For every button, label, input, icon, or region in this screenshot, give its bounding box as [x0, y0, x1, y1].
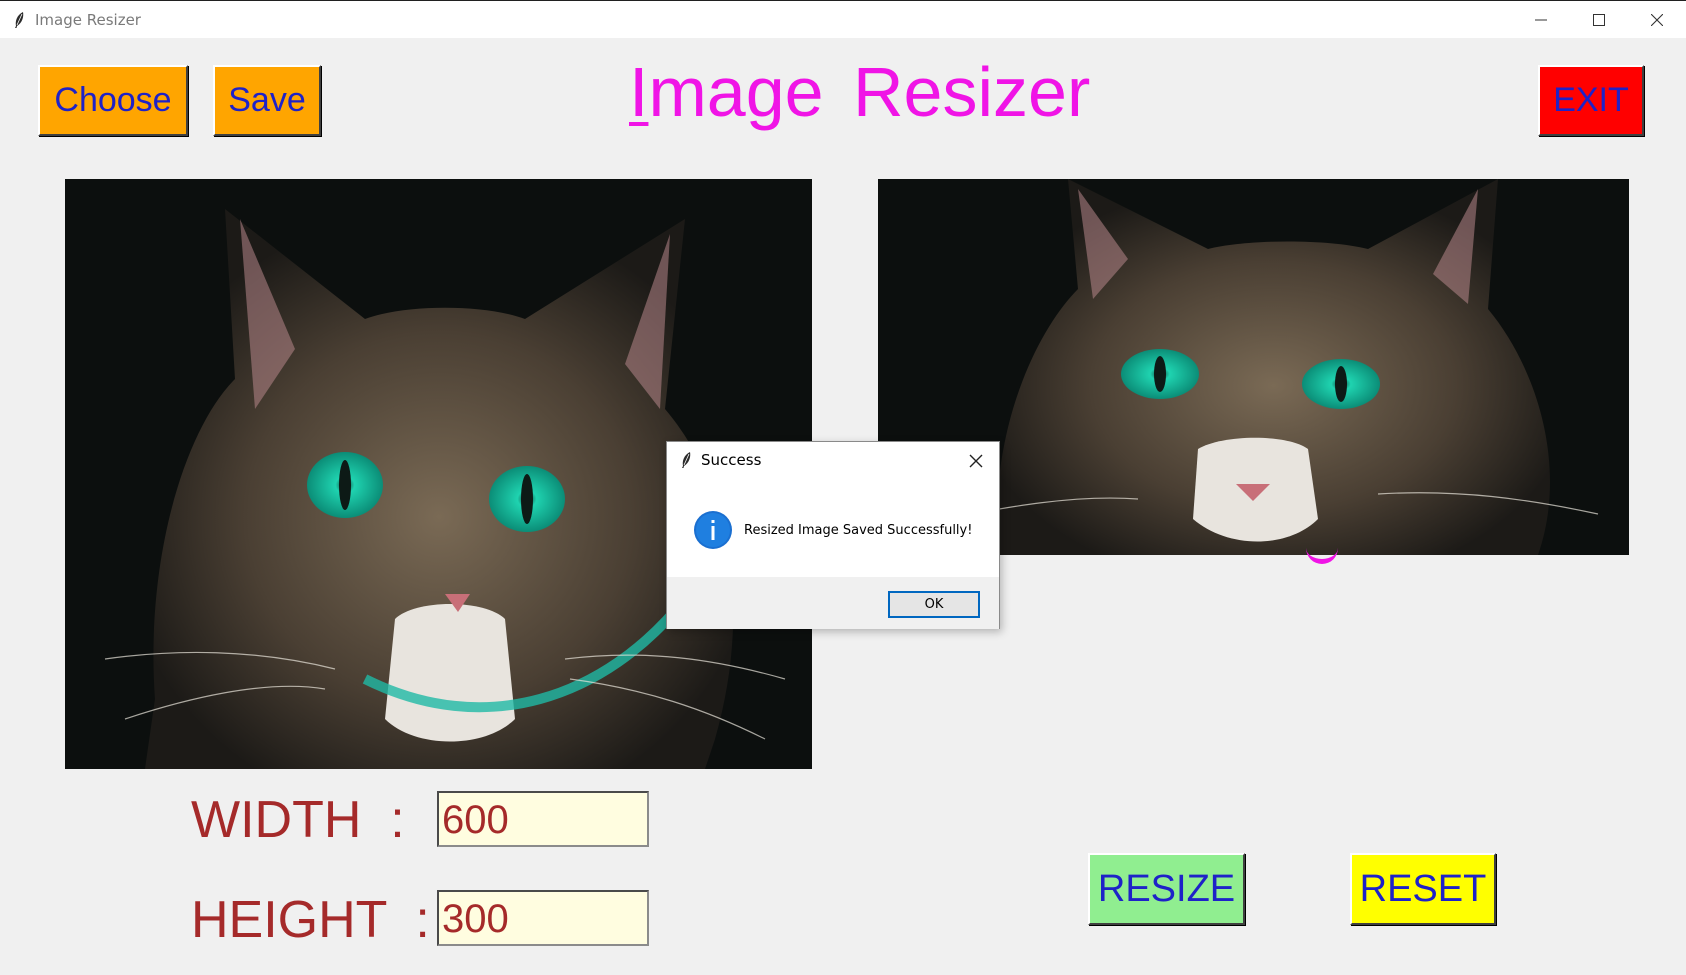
maximize-icon — [1593, 14, 1605, 26]
minimize-button[interactable] — [1512, 1, 1570, 39]
height-label: HEIGHT : — [191, 891, 430, 949]
minimize-icon — [1535, 19, 1547, 21]
width-input[interactable] — [437, 791, 649, 847]
ok-button[interactable]: OK — [888, 591, 980, 618]
dialog-title: Success — [701, 451, 762, 469]
window-title-bar: Image Resizer — [0, 0, 1686, 38]
resize-button[interactable]: RESIZE — [1088, 853, 1245, 925]
title-fragment-behind-image — [1306, 548, 1338, 564]
close-icon — [969, 454, 983, 468]
reset-button[interactable]: RESET — [1350, 853, 1496, 925]
save-button[interactable]: Save — [213, 65, 321, 136]
success-dialog: Success Resized Image Saved Successfully… — [666, 441, 1000, 629]
exit-button[interactable]: EXIT — [1538, 65, 1644, 136]
width-label: WIDTH : — [191, 791, 405, 849]
choose-button[interactable]: Choose — [38, 65, 188, 136]
app-title-rest: mage Resizer — [648, 53, 1091, 131]
app-title: Image Resizer — [629, 52, 1090, 132]
dialog-message: Resized Image Saved Successfully! — [744, 523, 973, 538]
dialog-close-button[interactable] — [969, 454, 983, 473]
close-icon — [1651, 14, 1663, 26]
info-icon — [693, 510, 733, 555]
maximize-button[interactable] — [1570, 1, 1628, 39]
close-window-button[interactable] — [1628, 1, 1686, 39]
height-input[interactable] — [437, 890, 649, 946]
app-title-first-letter: I — [629, 53, 649, 131]
feather-dialog-icon — [680, 451, 692, 474]
feather-app-icon — [13, 11, 25, 34]
window-title: Image Resizer — [35, 11, 141, 29]
